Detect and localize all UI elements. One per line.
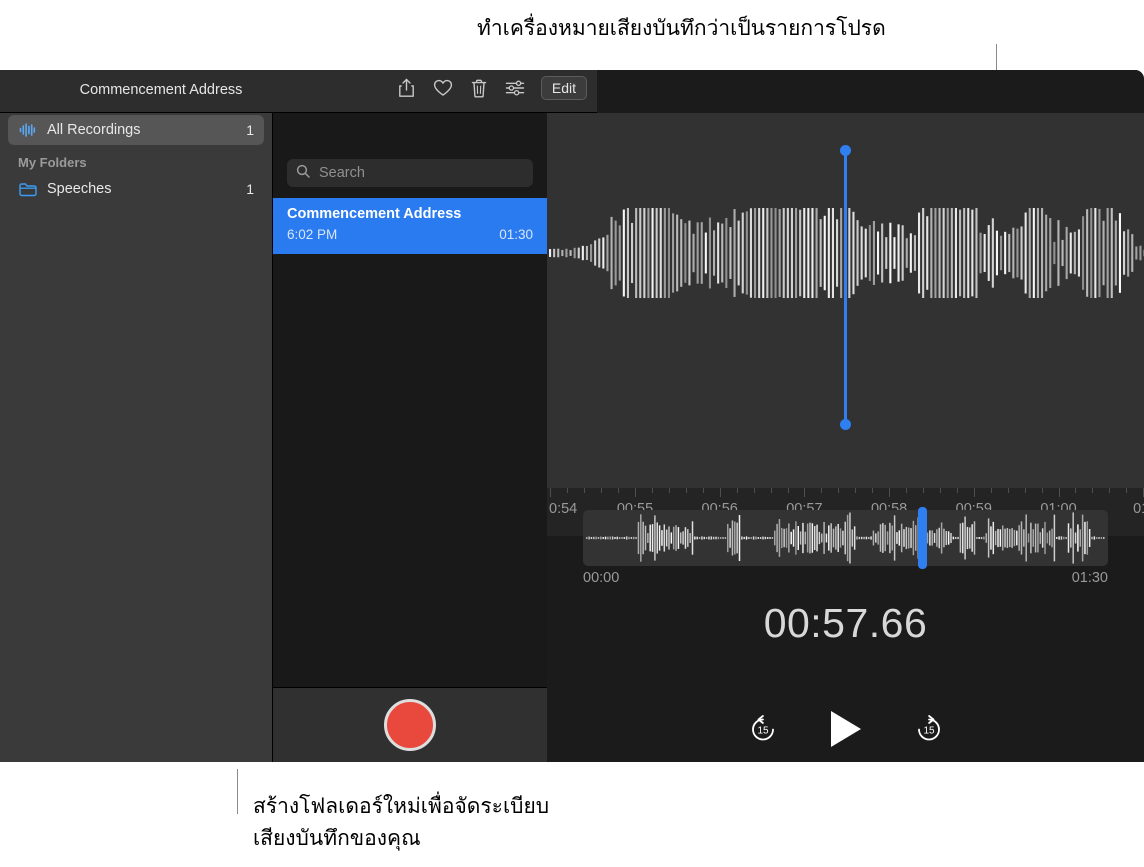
play-button[interactable] bbox=[826, 708, 866, 750]
folder-icon bbox=[18, 182, 37, 197]
ruler-tick bbox=[753, 488, 755, 493]
share-icon bbox=[399, 78, 415, 97]
edit-button[interactable]: Edit bbox=[540, 76, 587, 100]
scrubber-times: 00:00 01:30 bbox=[583, 570, 1108, 586]
sidebar-item-speeches[interactable]: Speeches 1 bbox=[8, 174, 264, 204]
record-bar bbox=[273, 687, 547, 762]
sidebar-item-count: 1 bbox=[246, 122, 254, 138]
heart-icon bbox=[433, 79, 452, 96]
ruler-tick bbox=[787, 488, 789, 493]
screenshot-root: ทำเครื่องหมายเสียงบันทึกว่าเป็นรายการโปร… bbox=[0, 0, 1144, 867]
ruler-tick bbox=[719, 488, 721, 497]
search-field[interactable] bbox=[287, 159, 533, 187]
current-time-display: 00:57.66 bbox=[763, 600, 928, 646]
scrubber-handle[interactable] bbox=[918, 507, 927, 569]
sidebar-item-count: 1 bbox=[246, 181, 254, 197]
waveform-icon bbox=[18, 123, 37, 137]
ruler-tick bbox=[550, 488, 552, 497]
sidebar-item-label: Speeches bbox=[47, 181, 112, 197]
recording-meta: 6:02 PM 01:30 bbox=[287, 227, 533, 242]
ruler-tick bbox=[939, 488, 941, 493]
ruler-tick bbox=[990, 488, 992, 493]
recordings-list-column: All Recordings Commencement Address 6:02… bbox=[272, 70, 548, 762]
scrubber-end-time: 01:30 bbox=[1071, 570, 1108, 586]
ruler-tick bbox=[1075, 488, 1077, 493]
ruler-tick bbox=[635, 488, 636, 497]
ruler-tick bbox=[601, 488, 603, 493]
toolbar-actions: Edit bbox=[397, 76, 587, 100]
trash-icon bbox=[471, 79, 487, 97]
record-button[interactable] bbox=[384, 699, 436, 751]
ruler-tick bbox=[668, 488, 670, 493]
search-icon bbox=[296, 164, 310, 183]
ruler-tick bbox=[906, 488, 907, 493]
ruler-tick bbox=[1058, 488, 1060, 497]
share-button[interactable] bbox=[397, 76, 417, 100]
recording-title: Commencement Address bbox=[287, 206, 462, 222]
ruler-tick bbox=[804, 488, 806, 497]
sidebar-item-all-recordings[interactable]: All Recordings 1 bbox=[8, 115, 264, 145]
scrubber-start-time: 00:00 bbox=[583, 570, 620, 586]
ruler-tick bbox=[889, 488, 891, 497]
transport-controls: 15 15 bbox=[547, 708, 1144, 750]
toolbar: Commencement Address Edit bbox=[0, 70, 597, 113]
ruler-label: 0:54 bbox=[549, 501, 578, 517]
ruler-label: 01: bbox=[1133, 501, 1144, 517]
ruler-tick bbox=[838, 488, 840, 493]
ruler-tick bbox=[770, 488, 772, 493]
ruler-tick bbox=[584, 488, 586, 493]
svg-text:15: 15 bbox=[757, 726, 769, 737]
ruler-tick bbox=[567, 488, 569, 493]
search-input[interactable] bbox=[317, 164, 524, 182]
svg-text:15: 15 bbox=[923, 726, 935, 737]
ruler-tick bbox=[956, 488, 958, 493]
ruler-tick bbox=[821, 488, 823, 493]
ruler-tick bbox=[618, 488, 620, 493]
ruler-tick bbox=[1126, 488, 1128, 493]
sidebar-item-label: All Recordings bbox=[47, 122, 141, 138]
recording-time: 6:02 PM bbox=[287, 227, 338, 242]
scrubber-waveform bbox=[586, 512, 1105, 564]
ruler-tick bbox=[1007, 488, 1009, 493]
ruler-tick bbox=[973, 488, 975, 497]
skip-back-15-button[interactable]: 15 bbox=[748, 714, 778, 744]
playhead[interactable] bbox=[840, 145, 851, 430]
recording-list-item[interactable]: Commencement Address 6:02 PM 01:30 bbox=[273, 198, 547, 254]
ruler-tick bbox=[736, 488, 738, 493]
sidebar-section-header: My Folders bbox=[18, 155, 87, 170]
voice-memos-window: All Recordings 1 My Folders Speeches 1 S… bbox=[0, 70, 1144, 762]
ruler-tick bbox=[1109, 488, 1111, 493]
sidebar: All Recordings 1 My Folders Speeches 1 bbox=[0, 70, 272, 762]
favorite-button[interactable] bbox=[433, 76, 453, 100]
ruler-tick bbox=[1092, 488, 1094, 493]
playhead-knob-bottom[interactable] bbox=[840, 419, 851, 430]
sidebar-list: All Recordings 1 My Folders Speeches 1 bbox=[0, 115, 272, 204]
ruler-tick bbox=[1024, 488, 1026, 493]
callout-new-folder-text: สร้างโฟลเดอร์ใหม่เพื่อจัดระเบียบเสียงบัน… bbox=[253, 790, 549, 854]
ruler-tick bbox=[685, 488, 687, 493]
ruler-tick bbox=[923, 488, 924, 493]
ruler-tick bbox=[1041, 488, 1043, 493]
callout-new-folder-line2: เสียงบันทึกของคุณ bbox=[253, 826, 421, 850]
callout-favorite-text: ทำเครื่องหมายเสียงบันทึกว่าเป็นรายการโปร… bbox=[477, 16, 886, 40]
ruler-tick bbox=[872, 488, 874, 493]
skip-back-15-icon: 15 bbox=[751, 715, 774, 741]
delete-button[interactable] bbox=[469, 76, 489, 100]
scrubber[interactable] bbox=[583, 507, 1108, 569]
recording-duration: 01:30 bbox=[499, 227, 533, 242]
playhead-knob-top[interactable] bbox=[840, 145, 851, 156]
player-column: 0:5400:5500:5600:5700:5800:5901:0001: 00… bbox=[547, 70, 1144, 762]
ruler-tick bbox=[702, 488, 704, 493]
skip-forward-15-button[interactable]: 15 bbox=[914, 714, 944, 744]
ruler-tick bbox=[651, 488, 653, 493]
playback-settings-button[interactable] bbox=[505, 76, 525, 100]
callout-new-folder-line1: สร้างโฟลเดอร์ใหม่เพื่อจัดระเบียบ bbox=[253, 794, 550, 818]
ruler-tick bbox=[855, 488, 857, 493]
sliders-icon bbox=[505, 80, 525, 96]
skip-forward-15-icon: 15 bbox=[917, 715, 940, 741]
play-icon bbox=[830, 711, 861, 747]
callout-new-folder-leader-line bbox=[237, 769, 238, 814]
